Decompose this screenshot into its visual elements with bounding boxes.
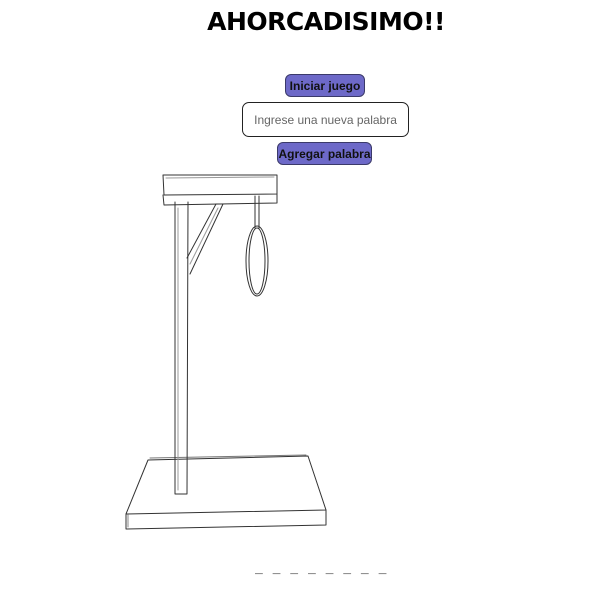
gallows-drawing [125, 174, 327, 530]
gallows-rope [245, 195, 269, 297]
start-game-button[interactable]: Iniciar juego [285, 74, 365, 97]
gallows-brace [186, 203, 224, 275]
gallows-beam [162, 174, 278, 206]
page-title: AHORCADISIMO!! [207, 7, 445, 36]
gallows-post [174, 201, 189, 495]
gallows-base [125, 454, 327, 530]
new-word-input[interactable] [242, 102, 409, 137]
hidden-word-blanks: _ _ _ _ _ _ _ _ [255, 560, 388, 575]
add-word-button[interactable]: Agregar palabra [277, 142, 372, 165]
